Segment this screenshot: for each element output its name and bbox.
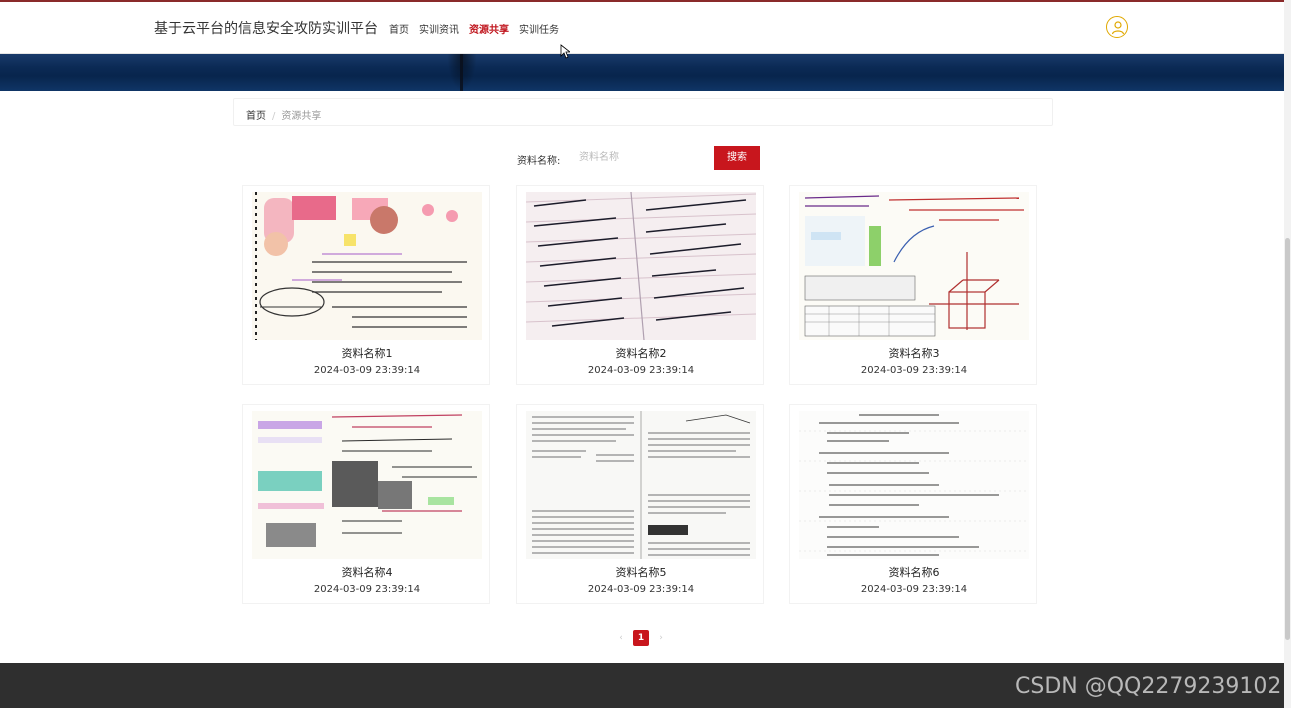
page-scrollbar[interactable]: [1284, 0, 1291, 708]
user-circle-icon: [1111, 21, 1125, 35]
resource-name[interactable]: 资料名称4: [243, 564, 491, 580]
user-avatar-button[interactable]: [1106, 16, 1128, 38]
breadcrumb-home-link[interactable]: 首页: [246, 111, 266, 122]
nav-item-news[interactable]: 实训资讯: [419, 21, 459, 36]
breadcrumb-separator: /: [272, 111, 276, 122]
resource-card[interactable]: 资料名称6 2024-03-09 23:39:14: [789, 404, 1037, 604]
hero-banner: [0, 54, 1284, 91]
resource-name[interactable]: 资料名称5: [517, 564, 765, 580]
breadcrumb-current: 资源共享: [281, 111, 322, 122]
resource-name[interactable]: 资料名称6: [790, 564, 1038, 580]
pagination-page-button[interactable]: 1: [633, 630, 649, 646]
resource-date: 2024-03-09 23:39:14: [313, 365, 421, 376]
resource-date: 2024-03-09 23:39:14: [860, 365, 968, 376]
search-label: 资料名称:: [517, 156, 561, 167]
resource-card[interactable]: 资料名称2 2024-03-09 23:39:14: [516, 185, 764, 385]
scrollbar-thumb[interactable]: [1285, 238, 1290, 640]
resource-card[interactable]: 资料名称4 2024-03-09 23:39:14: [242, 404, 490, 604]
resource-card[interactable]: 资料名称3 2024-03-09 23:39:14: [789, 185, 1037, 385]
breadcrumb: 首页 / 资源共享: [233, 98, 1053, 126]
resource-card[interactable]: 资料名称1 2024-03-09 23:39:14: [242, 185, 490, 385]
resource-date: 2024-03-09 23:39:14: [587, 584, 695, 595]
nav-item-tasks[interactable]: 实训任务: [519, 21, 559, 36]
pagination: ‹ 1 ›: [615, 630, 667, 646]
resource-date: 2024-03-09 23:39:14: [587, 365, 695, 376]
pagination-next-button[interactable]: ›: [655, 633, 667, 643]
resource-thumbnail[interactable]: [526, 411, 756, 559]
resource-thumbnail[interactable]: [799, 411, 1029, 559]
nav-item-home[interactable]: 首页: [389, 21, 409, 36]
resource-card[interactable]: 资料名称5 2024-03-09 23:39:14: [516, 404, 764, 604]
site-header: 基于云平台的信息安全攻防实训平台 首页 实训资讯 资源共享 实训任务: [0, 2, 1284, 54]
nav-item-resources[interactable]: 资源共享: [469, 21, 509, 36]
pagination-prev-button[interactable]: ‹: [615, 633, 627, 643]
resource-date: 2024-03-09 23:39:14: [860, 584, 968, 595]
resource-thumbnail[interactable]: [252, 192, 482, 340]
search-button[interactable]: 搜索: [714, 146, 760, 170]
site-title: 基于云平台的信息安全攻防实训平台: [154, 21, 378, 37]
resource-name[interactable]: 资料名称1: [243, 345, 491, 361]
resource-thumbnail[interactable]: [526, 192, 756, 340]
search-input[interactable]: [572, 146, 708, 168]
csdn-watermark: CSDN @QQ2279239102: [1015, 674, 1282, 699]
resource-date: 2024-03-09 23:39:14: [313, 584, 421, 595]
mouse-cursor-icon: [560, 44, 570, 59]
banner-pole: [460, 54, 463, 91]
main-nav: 首页 实训资讯 资源共享 实训任务: [389, 21, 559, 36]
resource-name[interactable]: 资料名称2: [517, 345, 765, 361]
resource-name[interactable]: 资料名称3: [790, 345, 1038, 361]
resource-thumbnail[interactable]: [799, 192, 1029, 340]
resource-thumbnail[interactable]: [252, 411, 482, 559]
